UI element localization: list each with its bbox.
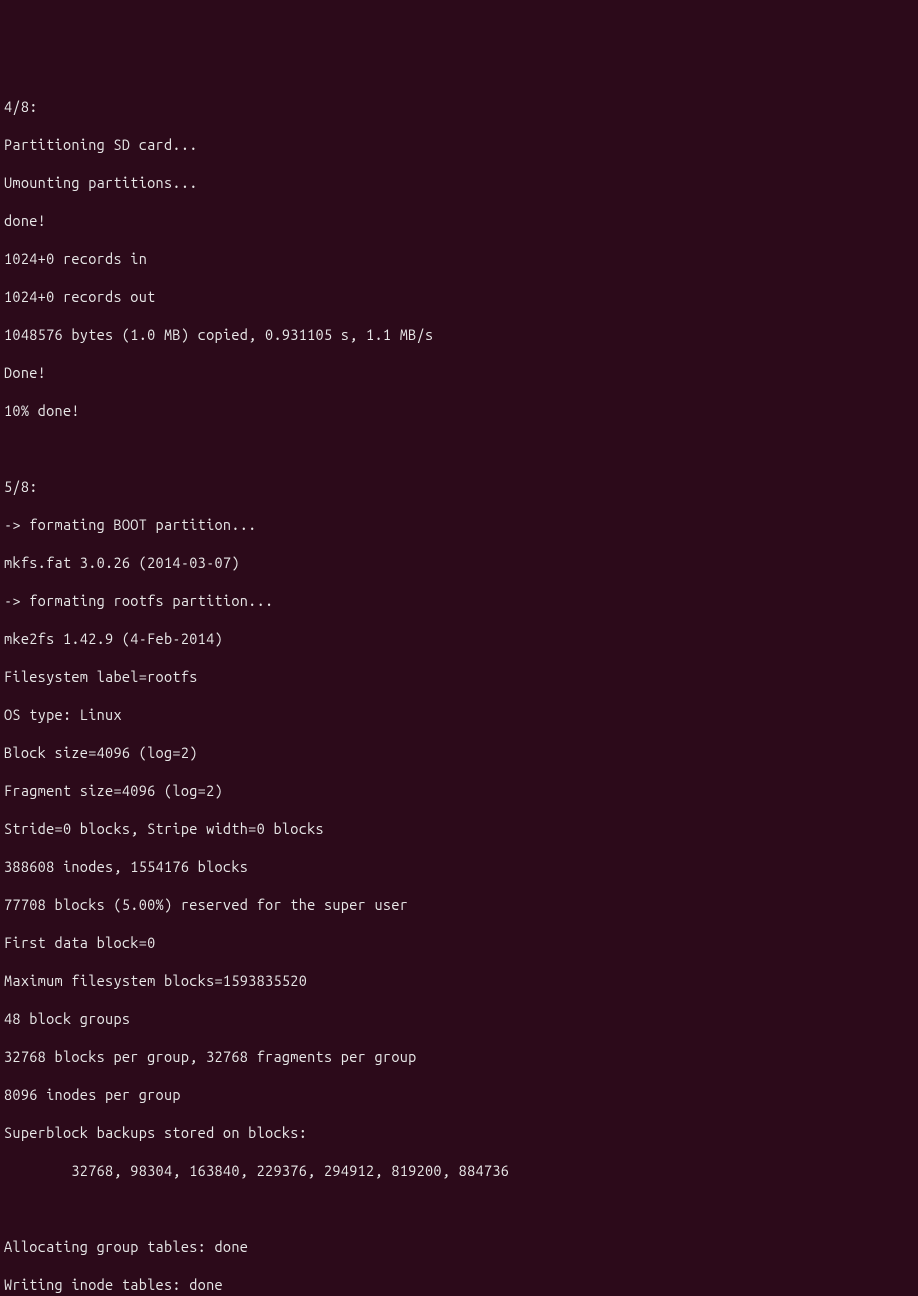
- terminal-line: 32768, 98304, 163840, 229376, 294912, 81…: [4, 1161, 914, 1180]
- terminal-line: mkfs.fat 3.0.26 (2014-03-07): [4, 553, 914, 572]
- terminal-line: Umounting partitions...: [4, 173, 914, 192]
- terminal-line: Filesystem label=rootfs: [4, 667, 914, 686]
- terminal-line: Allocating group tables: done: [4, 1237, 914, 1256]
- terminal-line: Stride=0 blocks, Stripe width=0 blocks: [4, 819, 914, 838]
- terminal-line: Done!: [4, 363, 914, 382]
- terminal-line: 5/8:: [4, 477, 914, 496]
- terminal-line: Maximum filesystem blocks=1593835520: [4, 971, 914, 990]
- terminal-line: 77708 blocks (5.00%) reserved for the su…: [4, 895, 914, 914]
- terminal-line: 8096 inodes per group: [4, 1085, 914, 1104]
- terminal-line: 32768 blocks per group, 32768 fragments …: [4, 1047, 914, 1066]
- terminal-line: Writing inode tables: done: [4, 1275, 914, 1294]
- terminal-line: -> formating BOOT partition...: [4, 515, 914, 534]
- terminal-line: Partitioning SD card...: [4, 135, 914, 154]
- terminal-line: -> formating rootfs partition...: [4, 591, 914, 610]
- terminal-line: mke2fs 1.42.9 (4-Feb-2014): [4, 629, 914, 648]
- terminal-line: 388608 inodes, 1554176 blocks: [4, 857, 914, 876]
- terminal-output: 4/8: Partitioning SD card... Umounting p…: [4, 78, 914, 1296]
- terminal-line: 1048576 bytes (1.0 MB) copied, 0.931105 …: [4, 325, 914, 344]
- terminal-line: done!: [4, 211, 914, 230]
- terminal-line: 10% done!: [4, 401, 914, 420]
- terminal-line: 4/8:: [4, 97, 914, 116]
- terminal-line: Superblock backups stored on blocks:: [4, 1123, 914, 1142]
- terminal-line: [4, 439, 914, 458]
- terminal-line: Block size=4096 (log=2): [4, 743, 914, 762]
- terminal-line: First data block=0: [4, 933, 914, 952]
- terminal-line: OS type: Linux: [4, 705, 914, 724]
- terminal-line: 1024+0 records in: [4, 249, 914, 268]
- terminal-line: [4, 1199, 914, 1218]
- terminal-line: 1024+0 records out: [4, 287, 914, 306]
- terminal-line: 48 block groups: [4, 1009, 914, 1028]
- terminal-line: Fragment size=4096 (log=2): [4, 781, 914, 800]
